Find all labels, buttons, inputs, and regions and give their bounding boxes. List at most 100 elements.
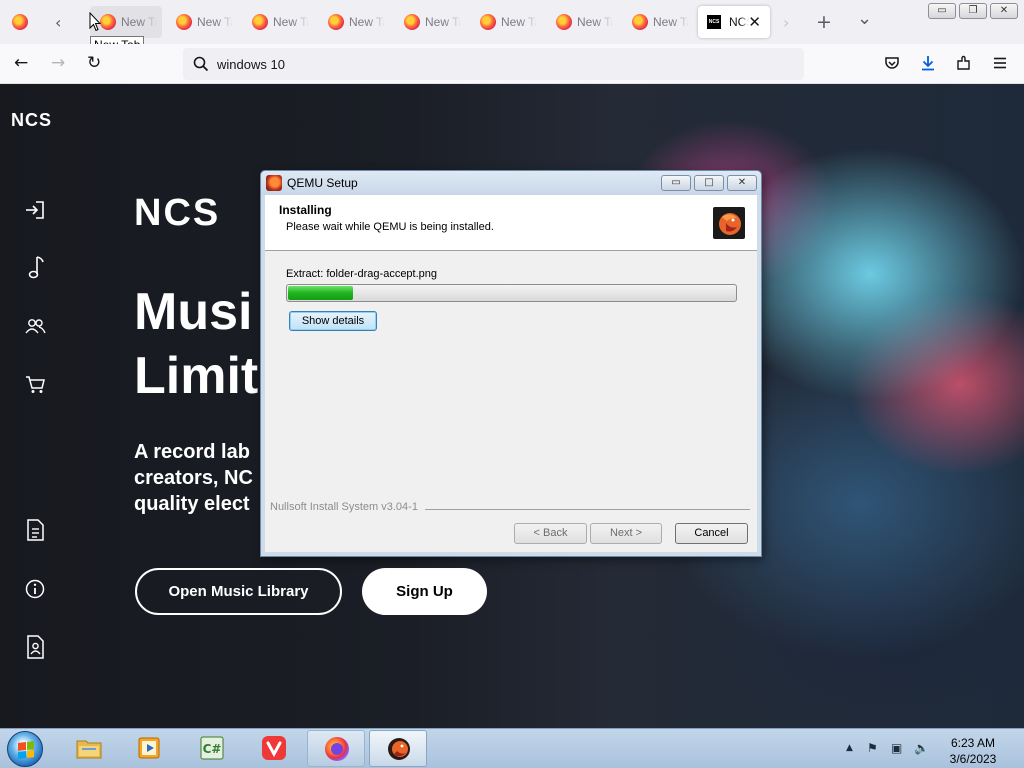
dialog-close-button[interactable]: ✕ [727, 175, 757, 191]
taskbar-vivaldi[interactable] [245, 730, 303, 767]
tab-ncs[interactable]: NCS NCS ✕ [698, 6, 770, 38]
list-all-tabs-button[interactable]: ⌄ [857, 8, 872, 29]
progress-fill [288, 286, 354, 300]
info-icon[interactable] [24, 578, 46, 600]
tab-new-tab-5[interactable]: New Tab [394, 6, 466, 38]
cancel-button[interactable]: Cancel [675, 523, 748, 544]
restore-button[interactable]: ❐ [959, 3, 987, 19]
show-details-button[interactable]: Show details [289, 311, 377, 331]
downloads-icon[interactable] [920, 55, 936, 71]
hero-subtitle: A record lab creators, NC quality elect [134, 439, 253, 517]
cart-icon[interactable] [24, 374, 46, 394]
firefox-view-icon[interactable] [12, 14, 28, 30]
dialog-heading: Installing [279, 203, 332, 217]
tab-strip: ‹ New Tab New Tab New Tab New Tab New Ta… [0, 0, 1024, 54]
install-progress-bar [286, 284, 737, 302]
mouse-cursor-icon [89, 12, 101, 32]
action-center-flag-icon[interactable]: ⚑ [867, 741, 878, 755]
minimize-button[interactable]: ▭ [928, 3, 956, 19]
back-icon[interactable]: ← [14, 53, 28, 73]
firefox-icon [480, 14, 496, 30]
back-button[interactable]: < Back [514, 523, 587, 544]
taskbar-media-player[interactable] [121, 730, 179, 767]
qemu-logo-icon [713, 207, 745, 239]
hero-title: Musi Limit [134, 280, 258, 408]
dialog-maximize-button[interactable]: □ [694, 175, 724, 191]
tab-title: NCS [729, 15, 749, 29]
tab-title: New Tab [653, 15, 689, 29]
dialog-body: Installing Please wait while QEMU is bei… [265, 195, 757, 552]
branding-divider [425, 509, 750, 510]
search-icon [193, 56, 209, 72]
network-icon[interactable]: ▣ [891, 741, 902, 755]
taskbar-firefox[interactable] [307, 730, 365, 767]
document-icon[interactable] [24, 518, 46, 542]
firefox-icon [176, 14, 192, 30]
menu-icon[interactable] [992, 55, 1008, 71]
login-icon[interactable] [24, 200, 46, 220]
dialog-titlebar[interactable]: QEMU Setup ▭ □ ✕ [261, 171, 761, 195]
minimize-icon: ▭ [937, 5, 947, 16]
start-button[interactable] [7, 731, 43, 767]
tab-title: New Tab [197, 15, 233, 29]
tab-title: New Tab [273, 15, 309, 29]
forward-icon[interactable]: → [51, 53, 65, 73]
next-button[interactable]: Next > [590, 523, 662, 544]
reload-icon[interactable]: ↻ [87, 53, 101, 73]
firefox-icon [252, 14, 268, 30]
open-music-library-button[interactable]: Open Music Library [135, 568, 342, 615]
taskbar-qemu-setup[interactable] [369, 730, 427, 767]
show-hidden-icons-icon[interactable]: ▲ [846, 743, 853, 753]
hero-title-line-2: Limit [134, 347, 259, 405]
close-button[interactable]: ✕ [990, 3, 1018, 19]
svg-text:C#: C# [203, 742, 222, 756]
restore-icon: ❐ [968, 5, 978, 16]
url-bar[interactable]: windows 10 [183, 48, 804, 80]
sign-up-button[interactable]: Sign Up [362, 568, 487, 615]
folder-icon [76, 740, 102, 759]
tab-new-tab-3[interactable]: New Tab [242, 6, 314, 38]
tab-close-icon[interactable]: ✕ [748, 13, 761, 31]
clock-time: 6:23 AM [950, 736, 996, 750]
url-text[interactable]: windows 10 [217, 57, 285, 72]
tab-title: New Tab [501, 15, 537, 29]
firefox-icon [328, 14, 344, 30]
extract-status: Extract: folder-drag-accept.png [286, 268, 438, 280]
scroll-tabs-right-icon[interactable]: › [783, 13, 789, 32]
ncs-favicon-icon: NCS [707, 15, 721, 29]
navigation-toolbar: ← → ↻ windows 10 [0, 44, 1024, 84]
users-icon[interactable] [24, 317, 46, 335]
pocket-icon[interactable] [884, 55, 900, 71]
tab-title: New Tab [121, 15, 157, 29]
nsis-branding: Nullsoft Install System v3.04-1 [270, 501, 418, 513]
new-tab-button[interactable]: + [816, 11, 832, 33]
qemu-setup-dialog: QEMU Setup ▭ □ ✕ Installing Please wait … [260, 170, 762, 557]
profile-document-icon[interactable] [24, 634, 46, 660]
window-controls: ▭ ❐ ✕ [928, 3, 1018, 19]
firefox-icon [632, 14, 648, 30]
tab-new-tab-2[interactable]: New Tab [166, 6, 238, 38]
volume-icon[interactable]: 🔈 [914, 741, 929, 755]
extensions-icon[interactable] [956, 55, 972, 71]
dialog-minimize-button[interactable]: ▭ [661, 175, 691, 191]
system-clock[interactable]: 6:23 AM 3/6/2023 [938, 735, 1008, 767]
csharp-icon: C# [200, 736, 224, 760]
music-note-icon[interactable] [24, 254, 46, 280]
scroll-tabs-left-icon[interactable]: ‹ [55, 13, 61, 32]
taskbar-file-explorer[interactable] [60, 730, 118, 767]
tab-new-tab-4[interactable]: New Tab [318, 6, 390, 38]
firefox-icon [325, 737, 349, 761]
tab-title: New Tab [425, 15, 461, 29]
firefox-icon [556, 14, 572, 30]
tab-new-tab-7[interactable]: New Tab [546, 6, 618, 38]
hero-subtitle-line-2: creators, NC [134, 467, 253, 489]
tab-new-tab-8[interactable]: New Tab [622, 6, 694, 38]
tab-new-tab-6[interactable]: New Tab [470, 6, 542, 38]
firefox-icon [100, 14, 116, 30]
taskbar-csharp-ide[interactable]: C# [183, 730, 241, 767]
tab-title: New Tab [349, 15, 385, 29]
ncs-logo[interactable]: NCS [11, 110, 52, 131]
taskbar: C# ▲ ⚑ ▣ 🔈 6:23 AM 3/6/2023 [0, 728, 1024, 768]
qemu-logo-graphic [719, 213, 741, 235]
clock-date: 3/6/2023 [949, 752, 997, 766]
